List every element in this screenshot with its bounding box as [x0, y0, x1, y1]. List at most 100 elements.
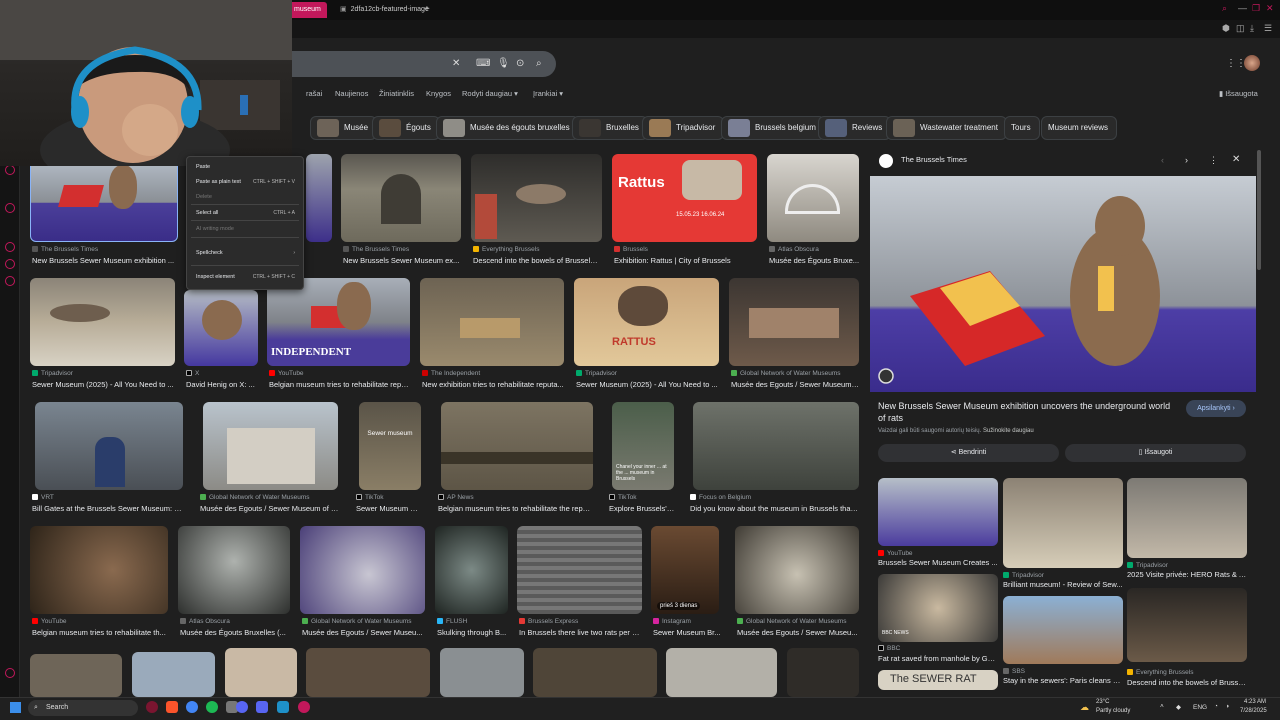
result-image[interactable]	[203, 402, 338, 490]
visit-button[interactable]: Apsilankyti ›	[1186, 400, 1246, 417]
result-image[interactable]: Chanel your inner ... at the ... museum …	[612, 402, 674, 490]
menu-item-paste-plain[interactable]: Paste as plain text	[196, 179, 241, 185]
related-image[interactable]	[1003, 596, 1123, 664]
result-image[interactable]	[35, 402, 183, 490]
chip-egouts[interactable]: Égouts	[372, 116, 440, 140]
result-image[interactable]	[30, 526, 168, 614]
nav-item[interactable]: rašai	[306, 89, 322, 98]
learn-more-link[interactable]: Sužinokite daugiau	[983, 428, 1034, 434]
nav-item-books[interactable]: Knygos	[426, 89, 451, 98]
close-window-icon[interactable]: ✕	[1266, 3, 1274, 14]
result-image[interactable]	[787, 648, 859, 697]
result-image[interactable]	[30, 278, 175, 366]
panel-title[interactable]: New Brussels Sewer Museum exhibition unc…	[878, 400, 1174, 424]
sidebar-history-icon[interactable]	[5, 203, 15, 213]
chip-wastewater[interactable]: Wastewater treatment	[886, 116, 1007, 140]
microphone-icon[interactable]: 🎙	[497, 58, 510, 69]
result-image[interactable]	[341, 154, 461, 242]
search-icon[interactable]: ⌕	[536, 58, 542, 69]
nav-item-more[interactable]: Rodyti daugiau ▾	[462, 89, 518, 98]
nav-item-tools[interactable]: Įrankiai ▾	[533, 89, 563, 98]
result-image[interactable]	[306, 154, 332, 242]
panel-scrollbar[interactable]	[1257, 150, 1261, 270]
menu-icon[interactable]: ☰	[1264, 23, 1272, 34]
result-image[interactable]	[300, 526, 425, 614]
result-image[interactable]	[693, 402, 859, 490]
brave-icon[interactable]	[166, 701, 178, 713]
menu-item-paste[interactable]: Paste	[196, 164, 210, 170]
tray-chevron-icon[interactable]: ˄	[1160, 703, 1164, 710]
result-image[interactable]: RATTUS	[574, 278, 719, 366]
extension-icon[interactable]: ⬢	[1222, 23, 1230, 34]
result-image[interactable]: prieš 3 dienas	[651, 526, 719, 614]
close-panel-icon[interactable]: ✕	[1232, 154, 1240, 165]
tray-app-icon[interactable]: ◆	[1176, 703, 1181, 711]
preview-image[interactable]	[870, 176, 1256, 392]
result-image[interactable]	[184, 290, 258, 366]
minimize-icon[interactable]: —	[1238, 3, 1247, 13]
discord-icon[interactable]	[236, 701, 248, 713]
result-image[interactable]	[440, 648, 524, 697]
result-image[interactable]	[729, 278, 859, 366]
opera-icon[interactable]	[146, 701, 158, 713]
result-image[interactable]: Sewer museum	[359, 402, 421, 490]
chip-brussels-belgium[interactable]: Brussels belgium	[721, 116, 825, 140]
chip-musee-des-egouts[interactable]: Musée des égouts bruxelles	[436, 116, 579, 140]
chip-tripadvisor[interactable]: Tripadvisor	[642, 116, 725, 140]
more-options-icon[interactable]: ⋮	[1209, 155, 1218, 166]
clock-date[interactable]: 7/28/2025	[1240, 708, 1267, 714]
keyboard-icon[interactable]: ⌨	[476, 58, 490, 69]
nav-item-news[interactable]: Naujienos	[335, 89, 368, 98]
result-image[interactable]	[225, 648, 297, 697]
chip-musee[interactable]: Musée	[310, 116, 378, 140]
search-icon[interactable]: ⌕	[1222, 3, 1227, 14]
related-image[interactable]: The SEWER RAT	[878, 670, 998, 690]
related-image[interactable]	[878, 478, 998, 546]
app-icon[interactable]	[256, 701, 268, 713]
result-image[interactable]	[666, 648, 777, 697]
result-image[interactable]	[30, 154, 178, 242]
related-image[interactable]: BBC NEWS	[878, 574, 998, 642]
result-image[interactable]	[533, 648, 657, 697]
result-image[interactable]	[178, 526, 290, 614]
app-icon[interactable]	[298, 701, 310, 713]
result-image[interactable]	[132, 652, 215, 697]
chip-tours[interactable]: Tours	[1004, 116, 1040, 140]
result-image[interactable]	[420, 278, 564, 366]
sidebar-clock-icon[interactable]	[5, 242, 15, 252]
result-image[interactable]: INDEPENDENT	[267, 278, 410, 366]
wifi-icon[interactable]: ◔	[1214, 703, 1218, 710]
chrome-icon[interactable]	[186, 701, 198, 713]
prev-arrow-icon[interactable]: ‹	[1161, 155, 1164, 165]
avatar[interactable]	[1244, 55, 1260, 71]
clock-time[interactable]: 4:23 AM	[1244, 699, 1266, 705]
taskbar-search[interactable]: ⌕ Search	[28, 700, 138, 716]
result-image[interactable]	[306, 648, 430, 697]
lens-icon[interactable]: ⊙	[516, 58, 524, 69]
menu-item-inspect[interactable]: Inspect element	[196, 274, 235, 280]
result-image[interactable]	[517, 526, 642, 614]
sidebar-messenger-icon[interactable]	[5, 259, 15, 269]
menu-item-spellcheck[interactable]: Spellcheck	[196, 250, 223, 256]
spotify-icon[interactable]	[206, 701, 218, 713]
chip-museum-reviews[interactable]: Museum reviews	[1041, 116, 1118, 140]
next-arrow-icon[interactable]: ›	[1185, 155, 1188, 165]
result-image[interactable]	[767, 154, 859, 242]
result-image[interactable]	[471, 154, 602, 242]
windows-start-icon[interactable]	[10, 702, 21, 713]
sidebar-twitch-icon[interactable]	[5, 165, 15, 175]
related-image[interactable]	[1003, 478, 1123, 568]
save-button[interactable]: ▯ Išsaugoti	[1065, 444, 1246, 462]
related-image[interactable]	[1127, 478, 1247, 558]
result-image[interactable]	[30, 654, 122, 697]
menu-item-select-all[interactable]: Select all	[196, 210, 218, 216]
related-image[interactable]	[1127, 588, 1247, 662]
saved-link[interactable]: ▮ Išsaugota	[1219, 89, 1258, 98]
result-image[interactable]: Rattus 15.05.23 16.06.24	[612, 154, 757, 242]
chip-bruxelles[interactable]: Bruxelles	[572, 116, 648, 140]
language-indicator[interactable]: ENG	[1193, 704, 1207, 711]
tab-featured-image[interactable]: ▣ 2dfa12cb-featured-image	[334, 2, 435, 18]
clear-search-icon[interactable]: ✕	[452, 58, 460, 69]
sidebar-settings-icon[interactable]	[5, 276, 15, 286]
new-tab-plus-icon[interactable]: +	[424, 2, 430, 18]
